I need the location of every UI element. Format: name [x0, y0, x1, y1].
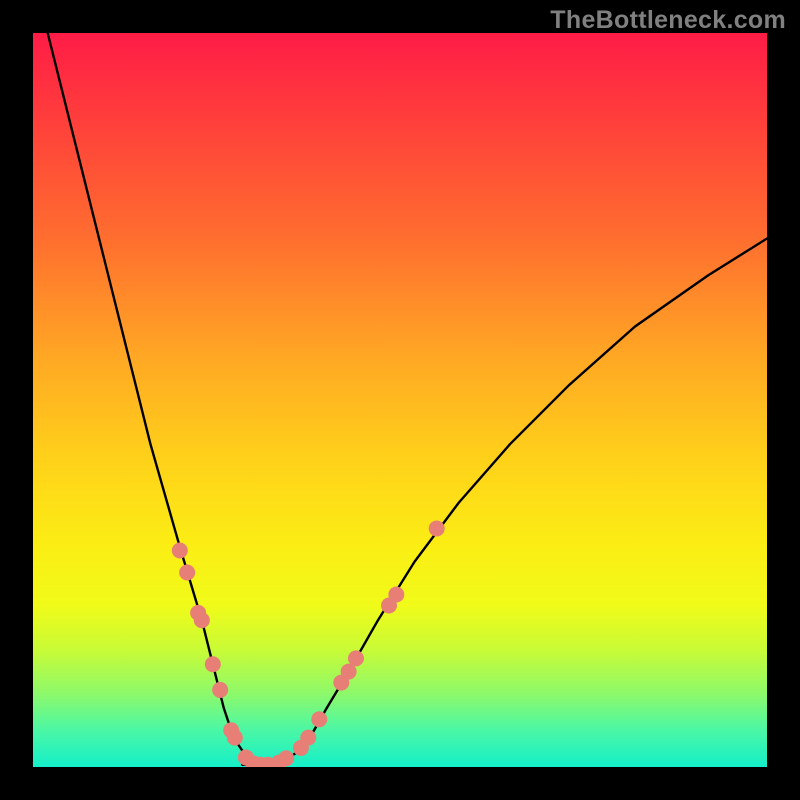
- bottleneck-curve: [48, 33, 767, 765]
- chart-svg: [33, 33, 767, 767]
- data-point: [172, 542, 188, 558]
- data-point: [311, 711, 327, 727]
- data-point: [205, 656, 221, 672]
- data-point: [227, 730, 243, 746]
- chart-frame: TheBottleneck.com: [0, 0, 800, 800]
- data-point: [212, 682, 228, 698]
- data-point: [429, 520, 445, 536]
- data-point: [300, 730, 316, 746]
- watermark-text: TheBottleneck.com: [550, 6, 786, 35]
- data-point: [194, 612, 210, 628]
- data-point-markers: [172, 520, 445, 767]
- data-point: [278, 750, 294, 766]
- plot-area: [33, 33, 767, 767]
- data-point: [388, 587, 404, 603]
- data-point: [179, 564, 195, 580]
- data-point: [348, 650, 364, 666]
